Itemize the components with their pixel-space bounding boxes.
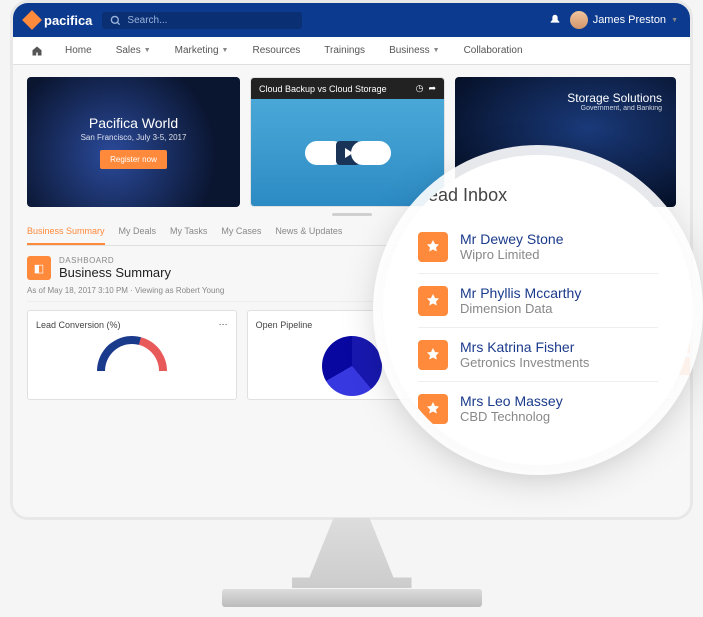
lead-company: Getronics Investments xyxy=(460,355,589,370)
share-icon[interactable]: ➦ xyxy=(428,83,436,94)
lead-star-icon xyxy=(418,232,448,262)
lead-name: Mrs Katrina Fisher xyxy=(460,339,589,355)
monitor-base xyxy=(222,589,482,607)
user-menu[interactable]: James Preston ▼ xyxy=(570,11,678,29)
brand-logo[interactable]: pacifica xyxy=(25,13,92,28)
avatar-icon xyxy=(570,11,588,29)
card-title: Storage Solutions xyxy=(567,91,662,105)
nav-resources[interactable]: Resources xyxy=(240,37,312,64)
topbar: pacifica Search... James Preston ▼ xyxy=(13,3,690,37)
nav-marketing[interactable]: Marketing▼ xyxy=(163,37,241,64)
brand-text: pacifica xyxy=(44,13,92,28)
lead-name: Mr Dewey Stone xyxy=(460,231,563,247)
dashboard-icon: ◧ xyxy=(27,256,51,280)
lead-item[interactable]: Mr Phyllis MccarthyDimension Data xyxy=(418,274,658,328)
video-thumbnail xyxy=(251,99,444,206)
summary-tab[interactable]: My Cases xyxy=(221,226,261,245)
global-search[interactable]: Search... xyxy=(102,12,302,29)
card-subtitle: Government, and Banking xyxy=(581,105,662,112)
video-header: Cloud Backup vs Cloud Storage ◷ ➦ xyxy=(251,78,444,99)
main-nav: HomeSales▼Marketing▼ResourcesTrainingsBu… xyxy=(13,37,690,65)
lead-inbox-zoom: Lead Inbox Mr Dewey StoneWipro LimitedMr… xyxy=(383,155,693,465)
gauge-chart xyxy=(97,336,167,371)
house-icon xyxy=(31,45,43,57)
lead-item[interactable]: Mrs Leo MasseyCBD Technolog xyxy=(418,382,658,435)
lead-name: Mrs Leo Massey xyxy=(460,393,563,409)
notifications-icon[interactable] xyxy=(548,13,562,27)
chevron-down-icon: ▼ xyxy=(144,47,151,54)
register-button[interactable]: Register now xyxy=(100,150,167,169)
user-name: James Preston xyxy=(593,14,666,26)
lead-star-icon xyxy=(418,286,448,316)
summary-tab[interactable]: My Tasks xyxy=(170,226,207,245)
summary-tab[interactable]: Business Summary xyxy=(27,226,105,245)
nav-label: Marketing xyxy=(175,45,219,56)
nav-trainings[interactable]: Trainings xyxy=(312,37,377,64)
summary-tab[interactable]: News & Updates xyxy=(275,226,342,245)
lead-item[interactable]: Mrs Katrina FisherGetronics Investments xyxy=(418,328,658,382)
nav-label: Business xyxy=(389,45,430,56)
pie-chart xyxy=(322,336,382,396)
lead-star-icon xyxy=(418,340,448,370)
nav-home[interactable]: Home xyxy=(53,37,104,64)
inbox-title: Lead Inbox xyxy=(418,185,658,206)
lead-company: Dimension Data xyxy=(460,301,581,316)
summary-eyebrow: DASHBOARD xyxy=(59,256,171,265)
video-title: Cloud Backup vs Cloud Storage xyxy=(259,84,387,94)
nav-label: Collaboration xyxy=(464,45,523,56)
lead-item[interactable]: Mr Dewey StoneWipro Limited xyxy=(418,220,658,274)
lead-company: Wipro Limited xyxy=(460,247,563,262)
search-icon xyxy=(110,15,121,26)
chevron-down-icon: ▼ xyxy=(222,47,229,54)
widget-title: Lead Conversion (%) xyxy=(36,320,121,330)
search-placeholder: Search... xyxy=(127,15,167,26)
lead-name: Mr Phyllis Mccarthy xyxy=(460,285,581,301)
watch-later-icon[interactable]: ◷ xyxy=(416,83,424,94)
widget-menu-icon[interactable]: ⋯ xyxy=(219,319,228,330)
cloud-icon xyxy=(351,141,391,165)
nav-sales[interactable]: Sales▼ xyxy=(104,37,163,64)
card-video[interactable]: Cloud Backup vs Cloud Storage ◷ ➦ xyxy=(250,77,445,207)
topbar-right: James Preston ▼ xyxy=(548,11,678,29)
nav-collaboration[interactable]: Collaboration xyxy=(452,37,535,64)
widget-title: Open Pipeline xyxy=(256,320,313,330)
card-title: Pacifica World xyxy=(89,115,178,131)
nav-home-icon[interactable] xyxy=(21,37,53,64)
card-pacifica-world[interactable]: Pacifica World San Francisco, July 3-5, … xyxy=(27,77,240,207)
nav-label: Resources xyxy=(252,45,300,56)
lead-company: CBD Technolog xyxy=(460,409,563,424)
brand-icon xyxy=(22,10,42,30)
nav-label: Home xyxy=(65,45,92,56)
card-subtitle: San Francisco, July 3-5, 2017 xyxy=(81,133,187,142)
summary-title: Business Summary xyxy=(59,265,171,280)
chevron-down-icon: ▼ xyxy=(433,47,440,54)
nav-label: Sales xyxy=(116,45,141,56)
widget-lead-conversion[interactable]: Lead Conversion (%) ⋯ xyxy=(27,310,237,400)
nav-label: Trainings xyxy=(324,45,365,56)
chevron-down-icon: ▼ xyxy=(671,17,678,24)
nav-business[interactable]: Business▼ xyxy=(377,37,452,64)
monitor-stand xyxy=(292,518,412,588)
summary-tab[interactable]: My Deals xyxy=(119,226,157,245)
